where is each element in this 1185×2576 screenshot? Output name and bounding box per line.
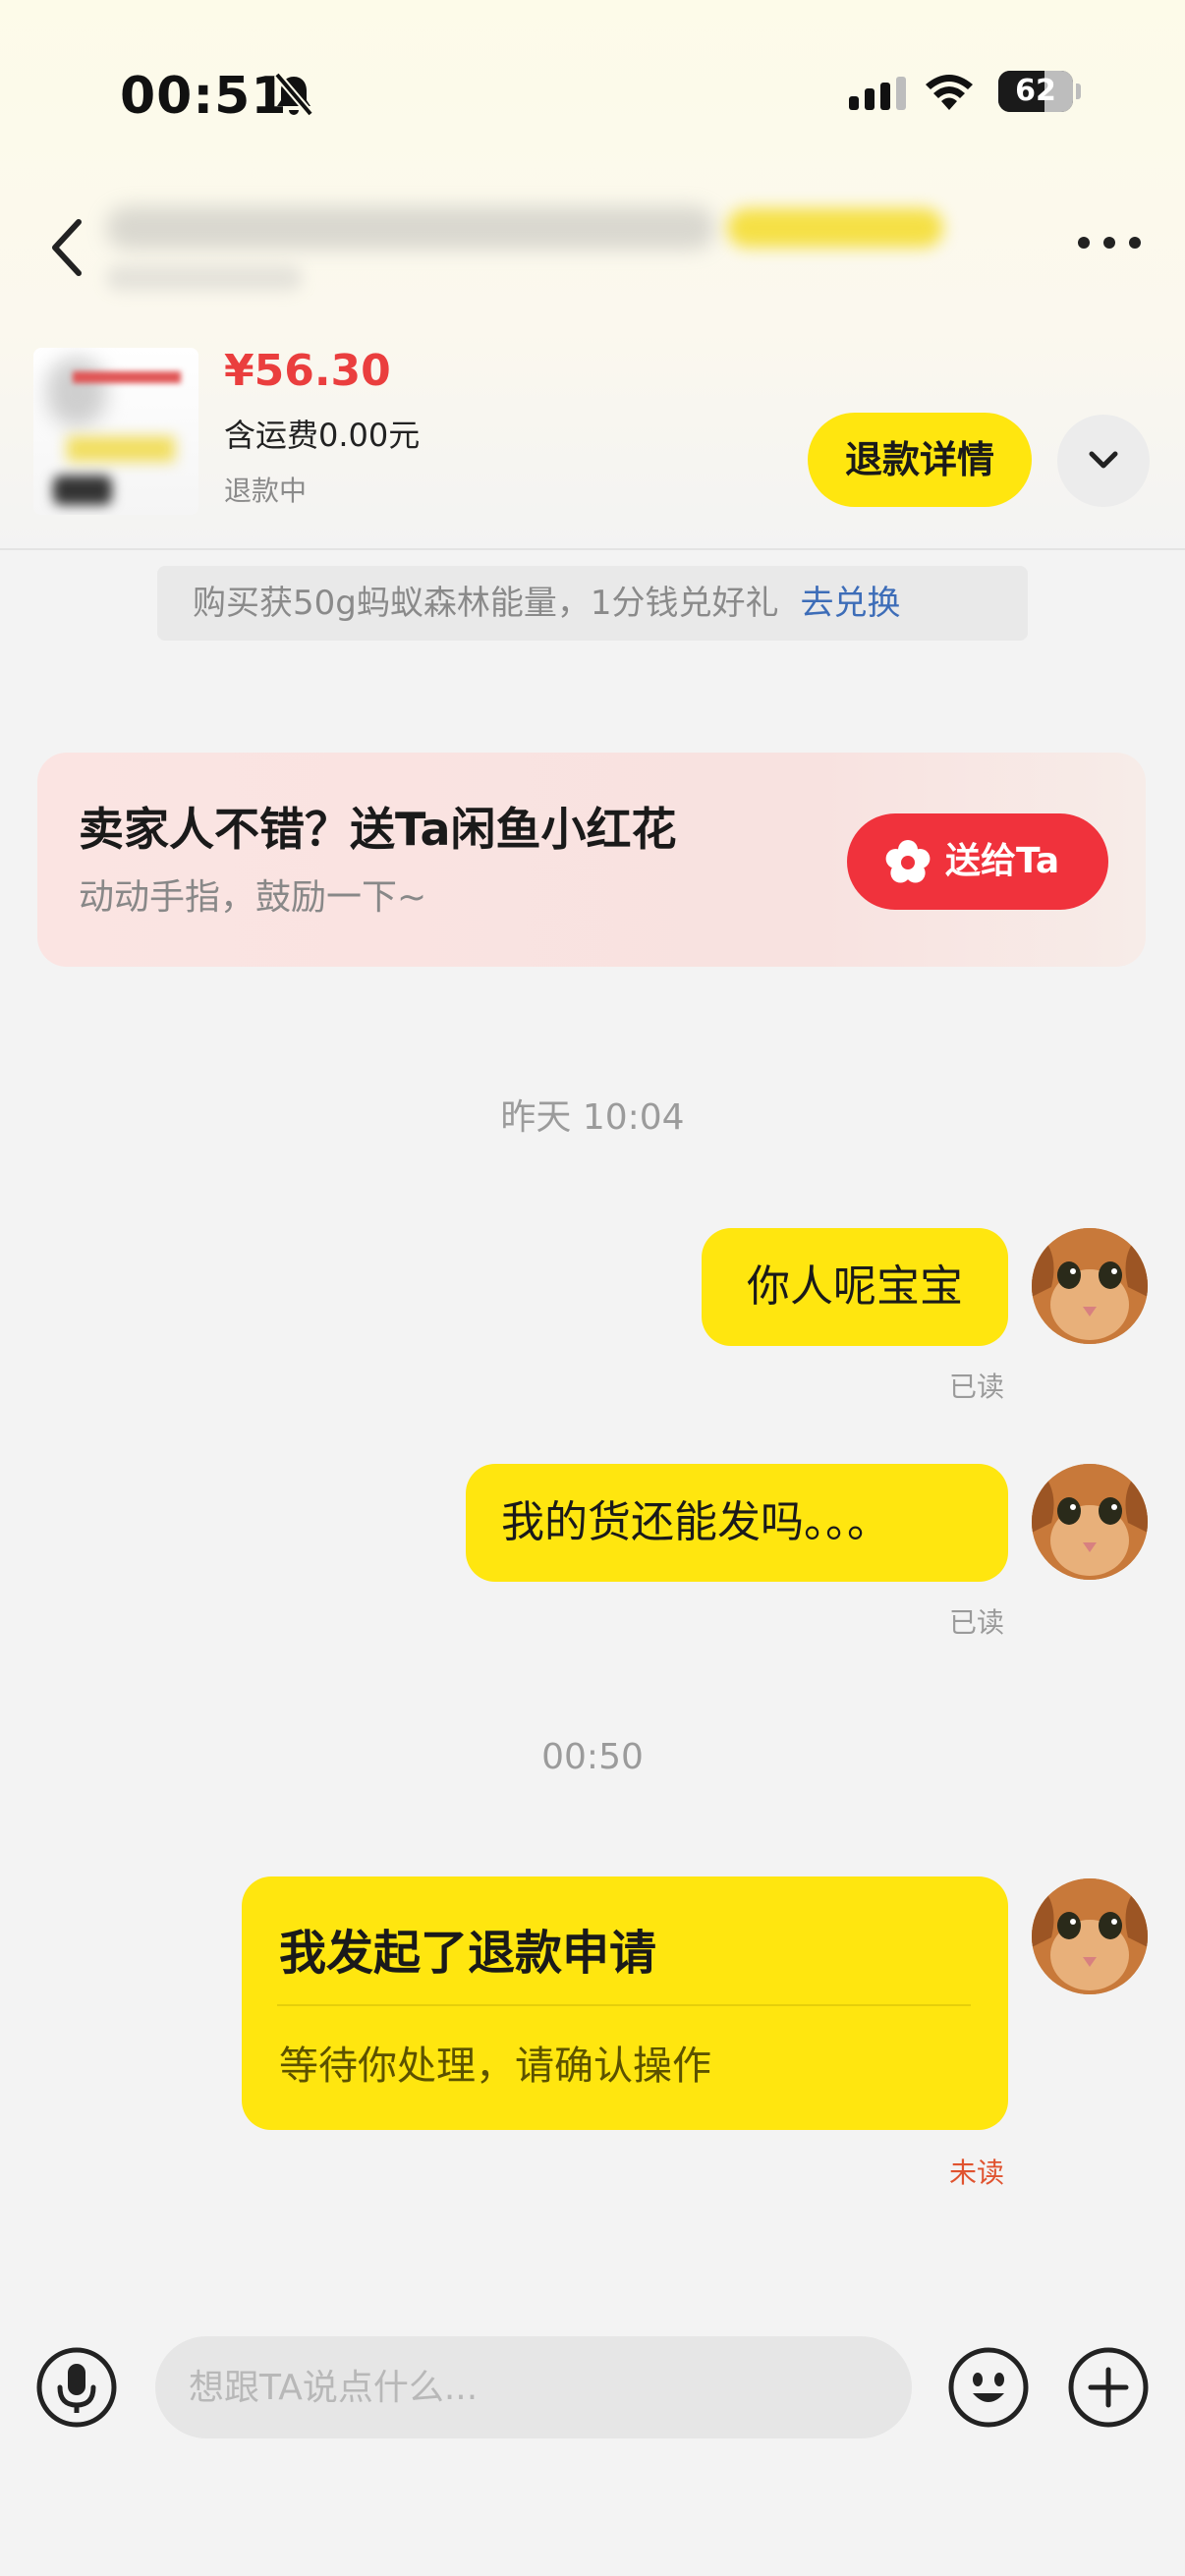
back-icon[interactable]	[47, 216, 86, 279]
send-flower-card: 卖家人不错？送Ta闲鱼小红花 动动手指，鼓励一下~ 送给Ta	[37, 753, 1146, 967]
signal-icon	[849, 77, 906, 110]
message-bubble[interactable]: 你人呢宝宝	[702, 1228, 1008, 1346]
flower-card-title: 卖家人不错？送Ta闲鱼小红花	[79, 803, 677, 856]
divider	[0, 548, 1185, 550]
send-flower-button[interactable]: 送给Ta	[847, 813, 1108, 910]
mic-icon[interactable]	[35, 2346, 118, 2429]
timestamp: 昨天 10:04	[500, 1097, 685, 1138]
battery-level-text: 62	[1015, 74, 1056, 108]
flower-icon	[885, 840, 931, 883]
chat-nav-bar	[0, 187, 1185, 305]
expand-button[interactable]	[1057, 415, 1150, 507]
shipping-fee: 含运费0.00元	[224, 417, 421, 454]
refund-request-card[interactable]: 我发起了退款申请 等待你处理，请确认操作	[242, 1876, 1008, 2130]
refund-detail-button[interactable]: 退款详情	[808, 413, 1032, 507]
nav-title-redacted	[106, 206, 715, 250]
battery-icon: 62	[998, 71, 1081, 112]
emoji-icon[interactable]	[947, 2346, 1030, 2429]
message-input-bar	[0, 2328, 1185, 2446]
read-receipt: 已读	[949, 1606, 1005, 1639]
send-flower-label: 送给Ta	[945, 841, 1060, 881]
product-price: ¥56.30	[224, 346, 391, 396]
divider	[277, 2004, 971, 2006]
status-bar: 00:51 62	[0, 59, 1185, 138]
promo-banner: 购买获50g蚂蚁森林能量，1分钱兑好礼 去兑换	[157, 566, 1028, 641]
order-status: 退款中	[224, 475, 308, 507]
read-receipt: 已读	[949, 1371, 1005, 1403]
unread-receipt: 未读	[949, 2156, 1005, 2189]
timestamp: 00:50	[541, 1737, 644, 1777]
nav-subtitle-redacted	[106, 265, 303, 291]
promo-redeem-link[interactable]: 去兑换	[800, 584, 900, 623]
flower-card-subtitle: 动动手指，鼓励一下~	[79, 877, 427, 918]
more-icon[interactable]	[1077, 236, 1142, 250]
message-bubble[interactable]: 我的货还能发吗。。。	[466, 1464, 1008, 1582]
avatar[interactable]	[1032, 1464, 1148, 1580]
refund-card-title: 我发起了退款申请	[279, 1926, 657, 1981]
promo-text: 购买获50g蚂蚁森林能量，1分钱兑好礼	[193, 584, 779, 623]
avatar[interactable]	[1032, 1228, 1148, 1344]
message-input[interactable]	[155, 2336, 912, 2438]
refund-card-subtitle: 等待你处理，请确认操作	[279, 2044, 711, 2089]
wifi-icon	[926, 75, 973, 110]
product-thumbnail[interactable]	[33, 348, 198, 515]
plus-icon[interactable]	[1067, 2346, 1150, 2429]
nav-badge-redacted	[727, 208, 943, 248]
chevron-down-icon	[1089, 451, 1118, 469]
bell-slash-icon	[273, 72, 314, 117]
product-card[interactable]: ¥56.30 含运费0.00元 退款中 退款详情	[0, 344, 1185, 540]
avatar[interactable]	[1032, 1878, 1148, 1994]
status-time: 00:51	[120, 67, 288, 126]
